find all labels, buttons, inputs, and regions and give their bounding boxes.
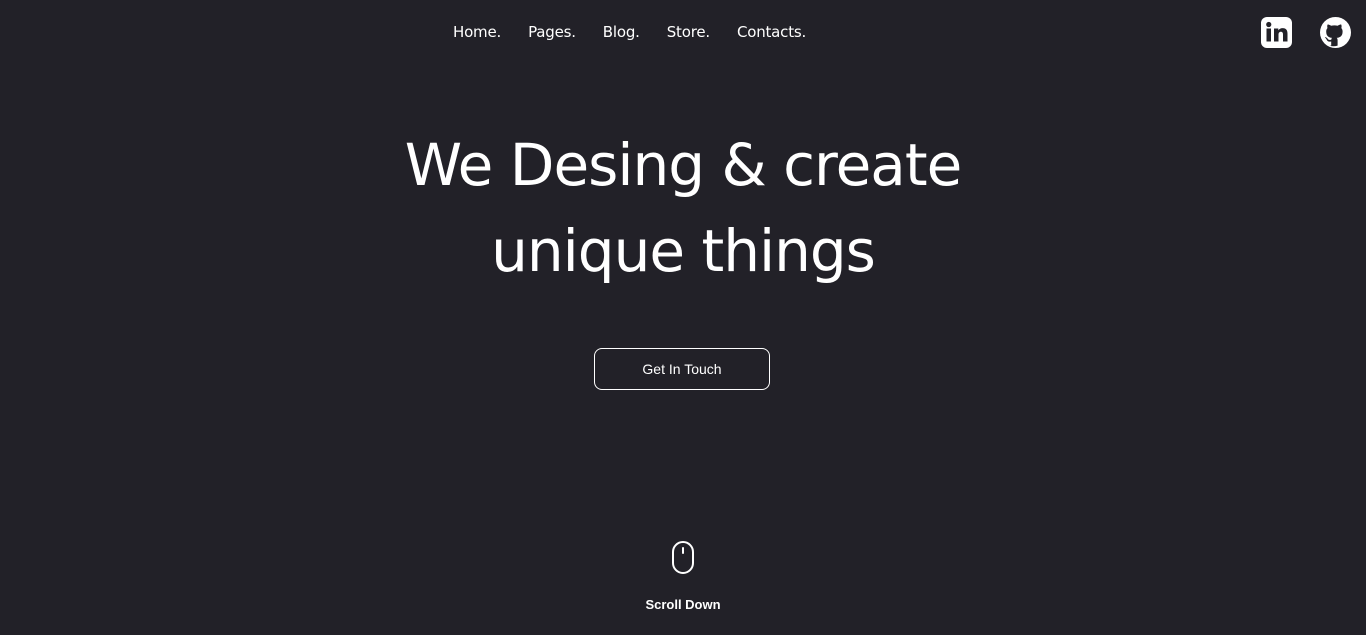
social-links bbox=[1260, 16, 1352, 49]
hero-heading: We Desing & create unique things bbox=[0, 122, 1366, 294]
get-in-touch-button[interactable]: Get In Touch bbox=[594, 348, 770, 390]
nav-item-pages[interactable]: Pages. bbox=[528, 22, 576, 42]
scroll-down-label: Scroll Down bbox=[645, 597, 721, 612]
nav-item-home[interactable]: Home. bbox=[453, 22, 501, 42]
github-icon[interactable] bbox=[1319, 16, 1352, 49]
nav-item-blog[interactable]: Blog. bbox=[603, 22, 640, 42]
hero-heading-line-1: We Desing & create bbox=[404, 131, 963, 199]
linkedin-icon[interactable] bbox=[1260, 16, 1293, 49]
hero-heading-line-2: unique things bbox=[491, 217, 876, 285]
nav-item-contacts[interactable]: Contacts. bbox=[737, 22, 806, 42]
scroll-down-indicator[interactable]: Scroll Down bbox=[0, 540, 1366, 612]
landing-page: Home. Pages. Blog. Store. Contacts. We D… bbox=[0, 0, 1366, 635]
hero: We Desing & create unique things bbox=[0, 122, 1366, 294]
nav-item-store[interactable]: Store. bbox=[667, 22, 710, 42]
mouse-icon bbox=[672, 541, 694, 574]
main-nav: Home. Pages. Blog. Store. Contacts. bbox=[453, 22, 806, 42]
